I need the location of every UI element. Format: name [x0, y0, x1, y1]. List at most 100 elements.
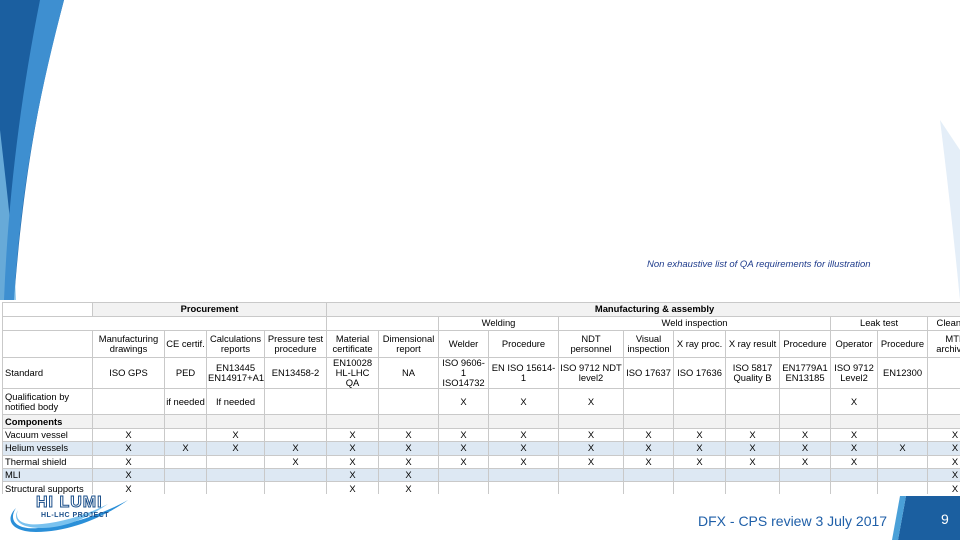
table-cell: NA [378, 356, 440, 390]
table-cell: X [927, 468, 960, 483]
table-cell [877, 427, 929, 443]
table-cell [779, 388, 832, 416]
qa-requirements-table: ProcurementManufacturing & assemblyQAWel… [2, 302, 960, 494]
table-cell: X [438, 454, 490, 470]
table-cell [779, 481, 832, 494]
row-label-cell: Helium vessels [2, 441, 93, 456]
table-cell [877, 468, 929, 483]
table-cell: X [830, 427, 879, 443]
table-cell [725, 481, 781, 494]
table-cell: ISO 17637 [623, 356, 675, 390]
table-cell [378, 414, 440, 429]
table-cell [558, 481, 625, 494]
column-header-cell: Visual inspection [623, 330, 675, 358]
table-cell: X [92, 427, 165, 443]
table-cell [488, 468, 560, 483]
table-cell [779, 414, 832, 429]
table-cell [164, 427, 207, 443]
table-cell: X [488, 441, 560, 456]
table-cell: X [263, 441, 328, 456]
table-cell [673, 414, 727, 429]
table-cell: X [673, 454, 727, 470]
column-header-cell: Calculations reports [206, 330, 265, 358]
table-cell: X [378, 427, 440, 443]
row-label-cell: MLI [2, 468, 93, 483]
table-cell: X [438, 427, 490, 443]
table-cell: EN10028 HL-LHC QA [326, 356, 380, 390]
table-cell: X [263, 454, 328, 470]
table-cell [927, 356, 960, 390]
table-cell: X [164, 441, 207, 456]
table-cell: X [378, 454, 440, 470]
table-cell [623, 481, 675, 494]
column-header-cell: Welder [438, 330, 490, 358]
table-cell: X [488, 388, 560, 416]
table-cell: X [206, 427, 265, 443]
page-number: 9 [941, 511, 949, 527]
column-header-cell: Dimensional report [378, 330, 440, 358]
subgroup-header-cell: Welding [438, 316, 560, 331]
hilumi-logo: HI LUMI HL-LHC PROJECT [8, 494, 133, 534]
subgroup-header-cell: Leak test [830, 316, 929, 331]
table-cell [877, 388, 929, 416]
table-cell: X [92, 481, 165, 494]
table-cell: X [927, 481, 960, 494]
table-row: MLI X X X X [2, 468, 960, 483]
table-cell: X [488, 454, 560, 470]
footer-text: DFX - CPS review 3 July 2017 [698, 513, 888, 529]
table-cell [927, 388, 960, 416]
table-cell: X [725, 441, 781, 456]
subgroup-header-cell: Cleaning [927, 316, 960, 331]
table-cell: X [378, 481, 440, 494]
column-header-cell [2, 330, 93, 358]
table-cell: X [558, 441, 625, 456]
table-cell: X [326, 441, 380, 456]
table-cell: X [92, 468, 165, 483]
table-cell [164, 468, 207, 483]
table-cell [263, 481, 328, 494]
table-cell [558, 468, 625, 483]
table-cell: X [779, 441, 832, 456]
table-row: Standard ISO GPS PED EN13445 EN14917+A1 EN13… [2, 356, 960, 390]
table-cell: PED [164, 356, 207, 390]
column-header-cell: Manufacturing drawings [92, 330, 165, 358]
table-cell: ISO 9712 NDT level2 [558, 356, 625, 390]
table-cell: X [378, 468, 440, 483]
table-cell [623, 468, 675, 483]
table-cell [164, 454, 207, 470]
footer-corner-dark [898, 496, 960, 540]
table-cell [206, 454, 265, 470]
table-cell: X [623, 454, 675, 470]
row-label-cell: Structural supports [2, 481, 93, 494]
table-cell [877, 414, 929, 429]
row-label-cell: Vacuum vessel [2, 427, 93, 443]
table-cell [623, 388, 675, 416]
subgroup-header-cell [326, 316, 440, 331]
table-cell [558, 414, 625, 429]
table-cell: X [623, 427, 675, 443]
row-label-cell: Qualification by notified body [2, 388, 93, 416]
column-header-cell: Procedure [488, 330, 560, 358]
table-cell [438, 414, 490, 429]
table-cell: X [927, 427, 960, 443]
group-header-cell [2, 302, 93, 317]
table-cell [263, 388, 328, 416]
table-cell: EN12300 [877, 356, 929, 390]
table-cell [92, 388, 165, 416]
table-cell: X [438, 388, 490, 416]
table-row: Components [2, 414, 960, 429]
table-cell [438, 468, 490, 483]
table-cell: X [830, 388, 879, 416]
table-cell [378, 388, 440, 416]
table-cell: X [779, 427, 832, 443]
table-cell: X [927, 441, 960, 456]
table-cell: X [830, 441, 879, 456]
table-cell [779, 468, 832, 483]
table-cell [263, 414, 328, 429]
table-cell [673, 481, 727, 494]
table-row: Helium vessels X X X X X X X X X X X X X X X X [2, 441, 960, 456]
table-cell [877, 481, 929, 494]
table-cell: X [92, 441, 165, 456]
table-cell [206, 468, 265, 483]
table-cell [673, 388, 727, 416]
